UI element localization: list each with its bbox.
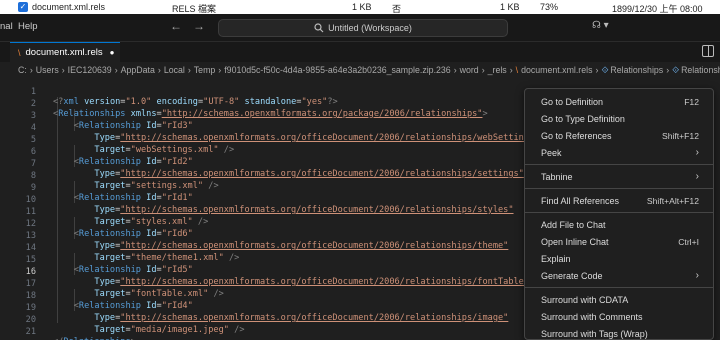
search-icon [314,23,324,33]
line-number: 21 [25,327,36,337]
chevron-right-icon: › [509,65,513,75]
menu-item-surround-tags[interactable]: Surround with Tags (Wrap) [525,325,713,340]
chevron-right-icon: › [695,147,699,158]
menu-item-label: Surround with CDATA [541,294,629,305]
breadcrumb-item[interactable]: Users [36,65,59,75]
command-center-search[interactable]: Untitled (Workspace) [218,19,508,37]
file-list-row[interactable]: ✓ document.xml.rels RELS 檔案 1 KB 否 1 KB … [0,0,720,14]
menu-item-explain[interactable]: Explain [525,250,713,267]
editor-tab-bar: \ document.xml.rels ● [0,42,720,62]
chevron-right-icon: › [29,65,33,75]
context-menu: Go to Definition F12 Go to Type Definitio… [524,88,714,340]
menu-item-label: Generate Code [541,270,603,281]
menu-item-open-inline-chat[interactable]: Open Inline Chat Ctrl+I [525,233,713,250]
breadcrumb-item[interactable]: word [460,65,479,75]
split-editor-icon[interactable] [702,45,714,57]
chevron-right-icon: › [157,65,161,75]
tab-document-xml-rels[interactable]: \ document.xml.rels ● [10,42,120,62]
chevron-right-icon: › [61,65,65,75]
chevron-right-icon: › [695,171,699,182]
menu-item-label: Tabnine [541,171,573,182]
file-flag: 否 [392,4,402,14]
menu-item-label: Add File to Chat [541,219,606,230]
chevron-right-icon: › [666,65,670,75]
chevron-right-icon: › [481,65,485,75]
file-type: RELS 檔案 [172,4,217,14]
menu-item-go-to-type-definition[interactable]: Go to Type Definition [525,110,713,127]
breadcrumb-item[interactable]: f9010d5c-f50c-4d4a-9855-a64e3a2b0236_sam… [224,65,450,75]
menu-item-go-to-references[interactable]: Go to References Shift+F12 [525,127,713,144]
menu-item-go-to-definition[interactable]: Go to Definition F12 [525,93,713,110]
breadcrumb: C: › Users › IEC120639 › AppData › Local › Te… [18,63,720,77]
chevron-right-icon: › [114,65,118,75]
menu-item-label: Go to Definition [541,96,604,107]
menu-item-label: Surround with Comments [541,311,643,322]
unsaved-dot-icon[interactable]: ● [110,48,115,57]
menu-item-surround-cdata[interactable]: Surround with CDATA [525,291,713,308]
menu-item-surround-comments[interactable]: Surround with Comments [525,308,713,325]
menu-item-shortcut: Shift+Alt+F12 [646,195,699,206]
forward-arrow-icon[interactable]: → [193,19,205,33]
file-ratio: 73% [540,2,559,12]
menu-item-label: Surround with Tags (Wrap) [541,328,648,339]
menu-item-help[interactable]: Help [18,21,38,32]
breadcrumb-item[interactable]: Relationships [610,65,663,75]
menu-item-label: Find All References [541,195,620,206]
checkbox-icon[interactable]: ✓ [18,2,28,12]
title-bar: nal Help ← → Untitled (Workspace) ☊ ▾ [0,14,720,42]
breadcrumb-item[interactable]: C: [18,65,27,75]
tab-label: document.xml.rels [25,47,103,58]
file-date: 1899/12/30 上午 08:00 [612,4,703,14]
chevron-right-icon: › [453,65,457,75]
chevron-right-icon: › [695,270,699,281]
element-symbol-icon: ⟐ [672,64,680,75]
chevron-right-icon: › [218,65,222,75]
menu-item-shortcut: F12 [684,96,699,107]
menu-item-tabnine[interactable]: Tabnine › [525,168,713,185]
menu-item-peek[interactable]: Peek › [525,144,713,161]
menu-item-shortcut: Shift+F12 [661,130,699,141]
menu-item-add-file-to-chat[interactable]: Add File to Chat [525,216,713,233]
rss-file-icon: \ [18,47,21,58]
file-name: document.xml.rels [32,2,106,12]
workspace-title: Untitled (Workspace) [328,23,412,33]
menu-item-label: Go to References [541,130,612,141]
menu-separator [525,287,713,288]
menu-item-find-all-references[interactable]: Find All References Shift+Alt+F12 [525,192,713,209]
menu-item-label: Open Inline Chat [541,236,609,247]
menu-item-generate-code[interactable]: Generate Code › [525,267,713,284]
back-arrow-icon[interactable]: ← [170,19,182,33]
chevron-right-icon: › [595,65,599,75]
menu-item-label: Peek [541,147,562,158]
breadcrumb-item[interactable]: IEC120639 [68,65,112,75]
menu-separator [525,212,713,213]
file-size: 1 KB [352,2,372,12]
menu-separator [525,188,713,189]
menu-item-label: Explain [541,253,571,264]
menu-item-label: Go to Type Definition [541,113,625,124]
menu-item-terminal[interactable]: nal [0,21,13,32]
chevron-right-icon: › [187,65,191,75]
breadcrumb-item[interactable]: Relationship [681,65,720,75]
rss-file-icon: \ [515,65,519,75]
copilot-icon[interactable]: ☊ ▾ [592,20,609,31]
breadcrumb-item[interactable]: Temp [194,65,216,75]
file-packed-size: 1 KB [500,2,520,12]
breadcrumb-item[interactable]: Local [164,65,185,75]
breadcrumb-item[interactable]: document.xml.rels [521,65,592,75]
breadcrumb-item[interactable]: AppData [121,65,155,75]
breadcrumb-item[interactable]: _rels [488,65,507,75]
menu-separator [525,164,713,165]
element-symbol-icon: ⟐ [601,64,609,75]
menu-item-shortcut: Ctrl+I [678,236,699,247]
